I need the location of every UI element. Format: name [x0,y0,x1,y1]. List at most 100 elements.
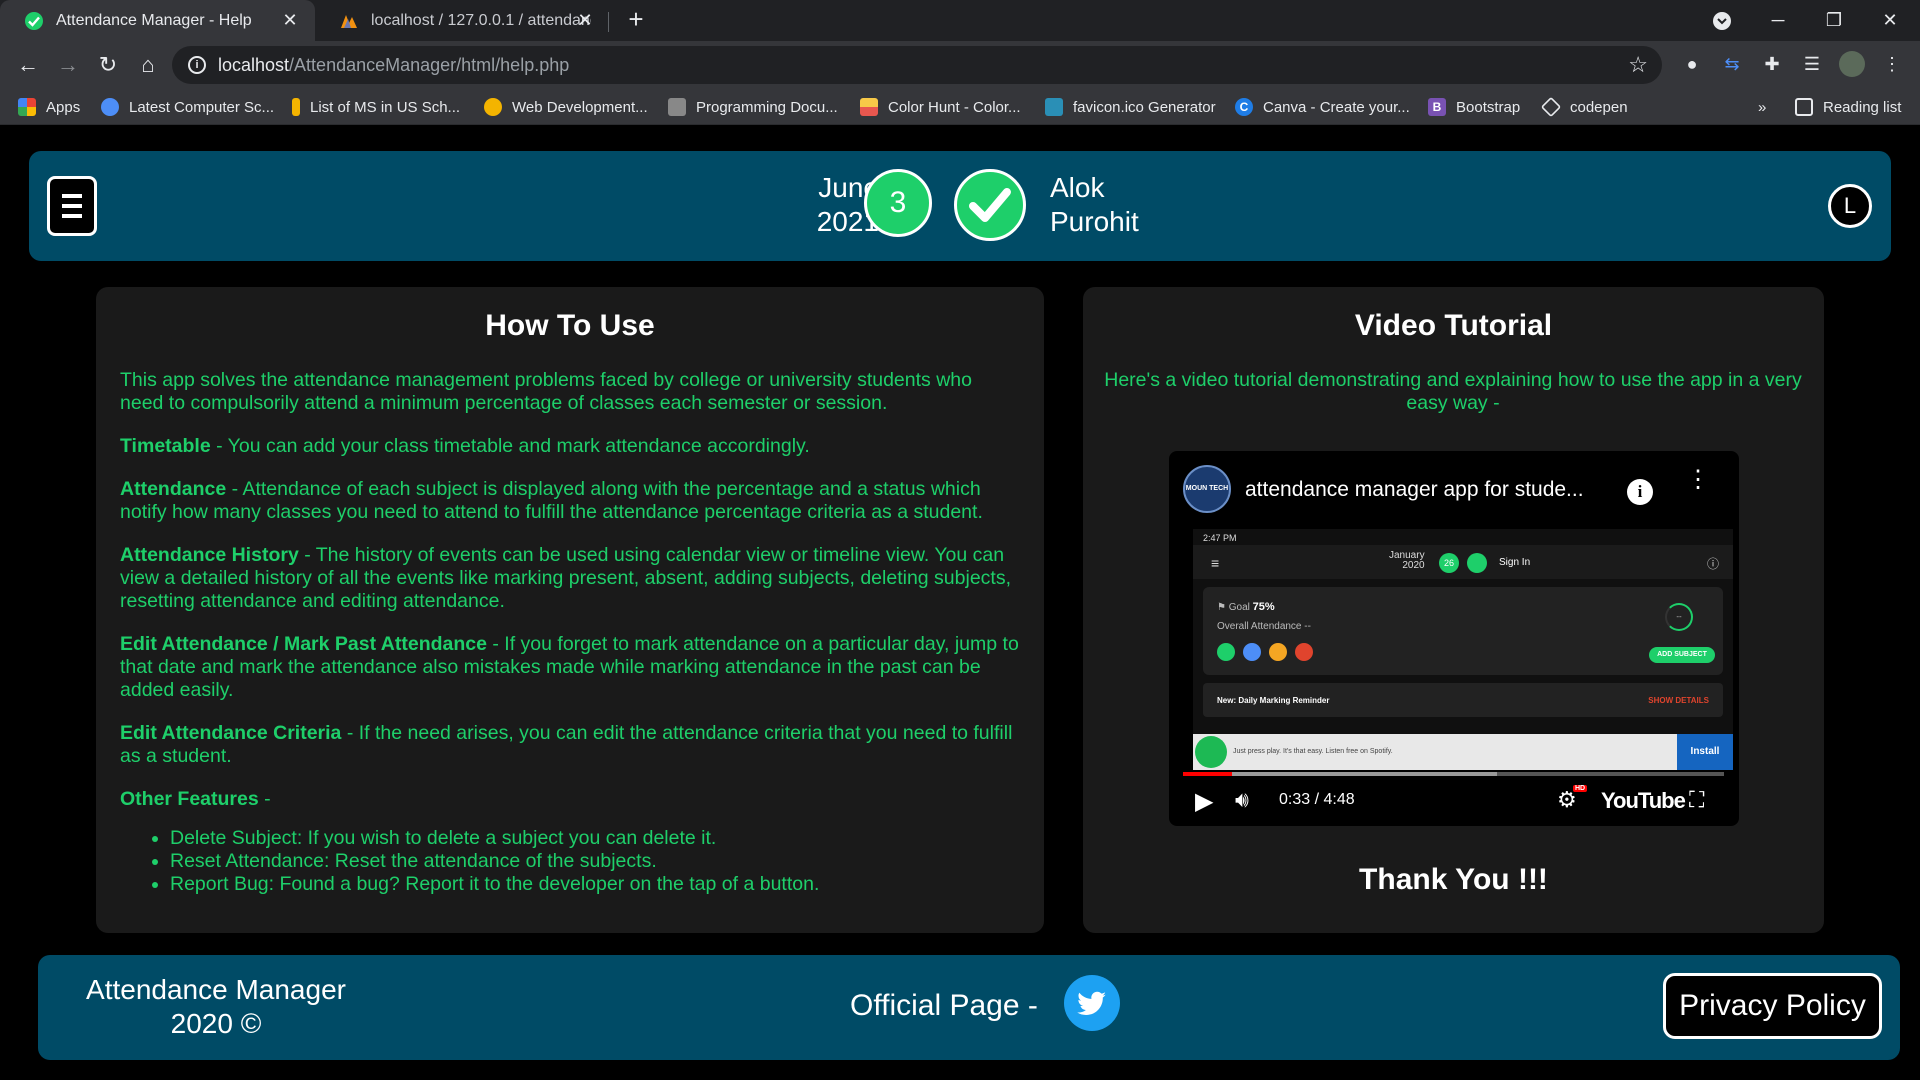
youtube-logo[interactable]: YouTube [1601,788,1686,814]
bookmark-item[interactable]: codepen [1540,95,1628,119]
twitter-bird-icon [1077,991,1106,1015]
tab-attendance-manager-help[interactable]: Attendance Manager - Help ✕ [0,0,315,41]
app-preview-date: January 2020 [1389,550,1425,571]
tab-phpmyadmin[interactable]: localhost / 127.0.0.1 / attendance ✕ [315,0,610,41]
tab-divider [608,12,609,32]
video-title[interactable]: attendance manager app for stude... [1245,478,1584,502]
extension-icon[interactable]: ⇆ [1719,51,1745,77]
bookmark-star-icon[interactable]: ☆ [1628,52,1648,78]
new-tab-button[interactable]: + [624,6,648,32]
bookmark-item[interactable]: List of MS in US Sch... [292,95,460,119]
bookmark-item[interactable]: Web Development... [484,95,648,119]
bookmark-item[interactable]: B Bootstrap [1428,95,1520,119]
channel-avatar[interactable]: MOUN TECH [1183,465,1231,513]
app-header: June 2021 3 Alok Purohit L [29,151,1891,261]
home-icon[interactable]: ⌂ [134,51,162,79]
thank-you-text: Thank You !!! [1359,863,1548,896]
video-progress-bar[interactable] [1183,772,1724,776]
reminder-text: New: Daily Marking Reminder [1217,696,1330,705]
more-bookmarks-button[interactable]: » [1758,95,1766,119]
list-item: Report Bug: Found a bug? Report it to th… [170,873,1020,896]
check-circle-icon[interactable] [954,169,1026,241]
url-text[interactable]: localhost/AttendanceManager/html/help.ph… [218,55,569,76]
spotify-icon [1195,736,1227,768]
app-preview-goal-card: ⚑ Goal 75% Overall Attendance -- -- ADD … [1203,587,1723,675]
info-icon[interactable]: i [1627,479,1653,505]
hamburger-line [62,214,82,218]
bookmarks-bar: Apps Latest Computer Sc... List of MS in… [0,89,1920,125]
hd-badge: HD [1573,785,1588,792]
puzzle-extensions-icon[interactable]: ✚ [1759,51,1785,77]
reload-icon[interactable]: ↻ [94,51,122,79]
check-circle-icon [25,11,43,30]
forward-arrow-icon[interactable]: → [54,51,82,79]
tab-search-button[interactable] [1694,0,1750,41]
app-preview-header: ≡ January 2020 26 Sign In ⓘ [1193,545,1733,579]
trend-icon [1243,643,1261,661]
restore-button[interactable]: ❐ [1806,0,1862,41]
video-frame[interactable]: 2:47 PM ≡ January 2020 26 Sign In ⓘ ⚑ Go… [1193,529,1733,739]
reading-list-button[interactable]: Reading list [1795,95,1901,119]
played-fill [1183,772,1233,776]
add-subject-button: ADD SUBJECT [1649,647,1715,663]
user-name: Alok Purohit [1050,172,1139,237]
section-timetable: Timetable - You can add your class timet… [120,435,810,457]
docs-icon [668,98,686,116]
ad-overlay[interactable]: Just press play. It's that easy. Listen … [1193,734,1733,770]
minimize-button[interactable]: ─ [1750,0,1806,41]
bootstrap-icon: B [1428,98,1446,116]
current-month: June [818,172,879,203]
youtube-player[interactable]: MOUN TECH attendance manager app for stu… [1169,451,1739,826]
gear-icon [1295,643,1313,661]
fullscreen-icon[interactable]: ⛶ [1689,787,1704,813]
kebab-menu-icon[interactable]: ⋮ [1686,468,1710,492]
show-details-link: SHOW DETAILS [1648,696,1709,705]
section-edit-attendance: Edit Attendance / Mark Past Attendance -… [120,633,1019,701]
profile-avatar-icon[interactable] [1839,51,1865,77]
privacy-policy-button[interactable]: Privacy Policy [1663,973,1882,1039]
bookmark-item[interactable]: Latest Computer Sc... [101,95,274,119]
tab-title: localhost / 127.0.0.1 / attendance [371,11,591,29]
bookmark-apps[interactable]: Apps [18,95,80,119]
play-icon[interactable]: ▶ [1195,787,1213,816]
copyright: Attendance Manager 2020 © [86,974,346,1039]
hamburger-menu-button[interactable] [47,176,97,236]
apps-grid-icon [18,98,36,116]
tab-title: Attendance Manager - Help [56,11,252,29]
kebab-menu-icon[interactable]: ⋮ [1879,51,1905,77]
list-item: Reset Attendance: Reset the attendance o… [170,850,1020,873]
intro-paragraph: This app solves the attendance managemen… [120,369,972,414]
install-button[interactable]: Install [1677,734,1733,770]
bookmark-item[interactable]: favicon.ico Generator [1045,95,1216,119]
how-to-use-title: How To Use [485,309,655,342]
back-arrow-icon[interactable]: ← [14,51,42,79]
section-attendance-history: Attendance History - The history of even… [120,544,1012,612]
hamburger-icon: ≡ [1211,555,1220,571]
ad-text: Just press play. It's that easy. Listen … [1233,748,1393,755]
video-time: 0:33 / 4:48 [1279,791,1355,808]
chevron-down-circle-icon [1713,11,1731,30]
hamburger-line [62,194,82,198]
bookmark-item[interactable]: Color Hunt - Color... [860,95,1021,119]
app-preview-count: 26 [1439,553,1459,573]
app-preview-sign-in: Sign In [1499,557,1531,568]
day-count-badge[interactable]: 3 [864,169,932,237]
app-preview-reminder: New: Daily Marking Reminder SHOW DETAILS [1203,683,1723,717]
volume-icon[interactable]: 🔊︎ [1235,787,1249,813]
twitter-icon[interactable] [1064,975,1120,1031]
media-queue-icon[interactable]: ☰ [1799,51,1825,77]
bulb-icon [101,98,119,116]
address-bar[interactable]: i localhost/AttendanceManager/html/help.… [172,46,1662,84]
bookmark-item[interactable]: C Canva - Create your... [1235,95,1410,119]
close-window-button[interactable]: ✕ [1862,0,1918,41]
bookmark-icon [292,98,300,116]
chart-icon [1217,643,1235,661]
close-tab-icon[interactable]: ✕ [281,11,299,29]
site-info-icon[interactable]: i [188,56,206,74]
how-to-use-card: How To Use This app solves the attendanc… [96,287,1044,933]
avatar[interactable]: L [1828,184,1872,228]
section-edit-criteria: Edit Attendance Criteria - If the need a… [120,722,1013,767]
bookmark-item[interactable]: Programming Docu... [668,95,838,119]
close-tab-icon[interactable]: ✕ [576,11,594,29]
extension-icon[interactable]: ● [1679,51,1705,77]
